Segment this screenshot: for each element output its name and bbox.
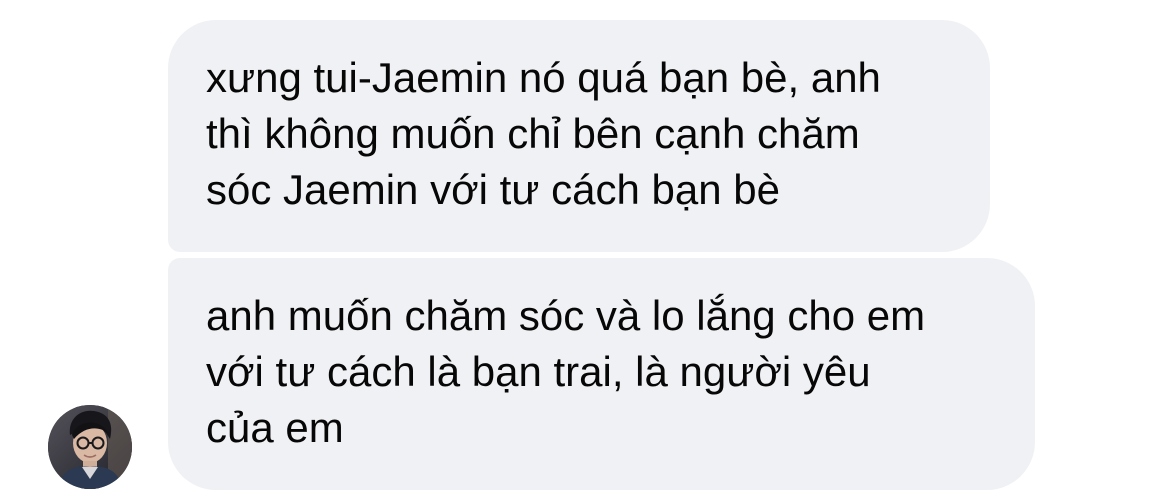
- message-bubble[interactable]: xưng tui-Jaemin nó quá bạn bè, anh thì k…: [168, 20, 990, 252]
- message-text-line: thì không muốn chỉ bên cạnh chăm: [206, 110, 860, 157]
- chat-thread: xưng tui-Jaemin nó quá bạn bè, anh thì k…: [0, 0, 1170, 504]
- avatar-photo-icon: [48, 405, 132, 489]
- message-bubble[interactable]: anh muốn chăm sóc và lo lắng cho em với …: [168, 258, 1035, 490]
- message-text-line: của em: [206, 404, 344, 451]
- avatar[interactable]: [48, 405, 132, 489]
- message-text-line: xưng tui-Jaemin nó quá bạn bè, anh: [206, 54, 881, 101]
- message-text-line: anh muốn chăm sóc và lo lắng cho em: [206, 292, 926, 339]
- message-text-line: với tư cách là bạn trai, là người yêu: [206, 348, 871, 395]
- message-text-line: sóc Jaemin với tư cách bạn bè: [206, 166, 780, 213]
